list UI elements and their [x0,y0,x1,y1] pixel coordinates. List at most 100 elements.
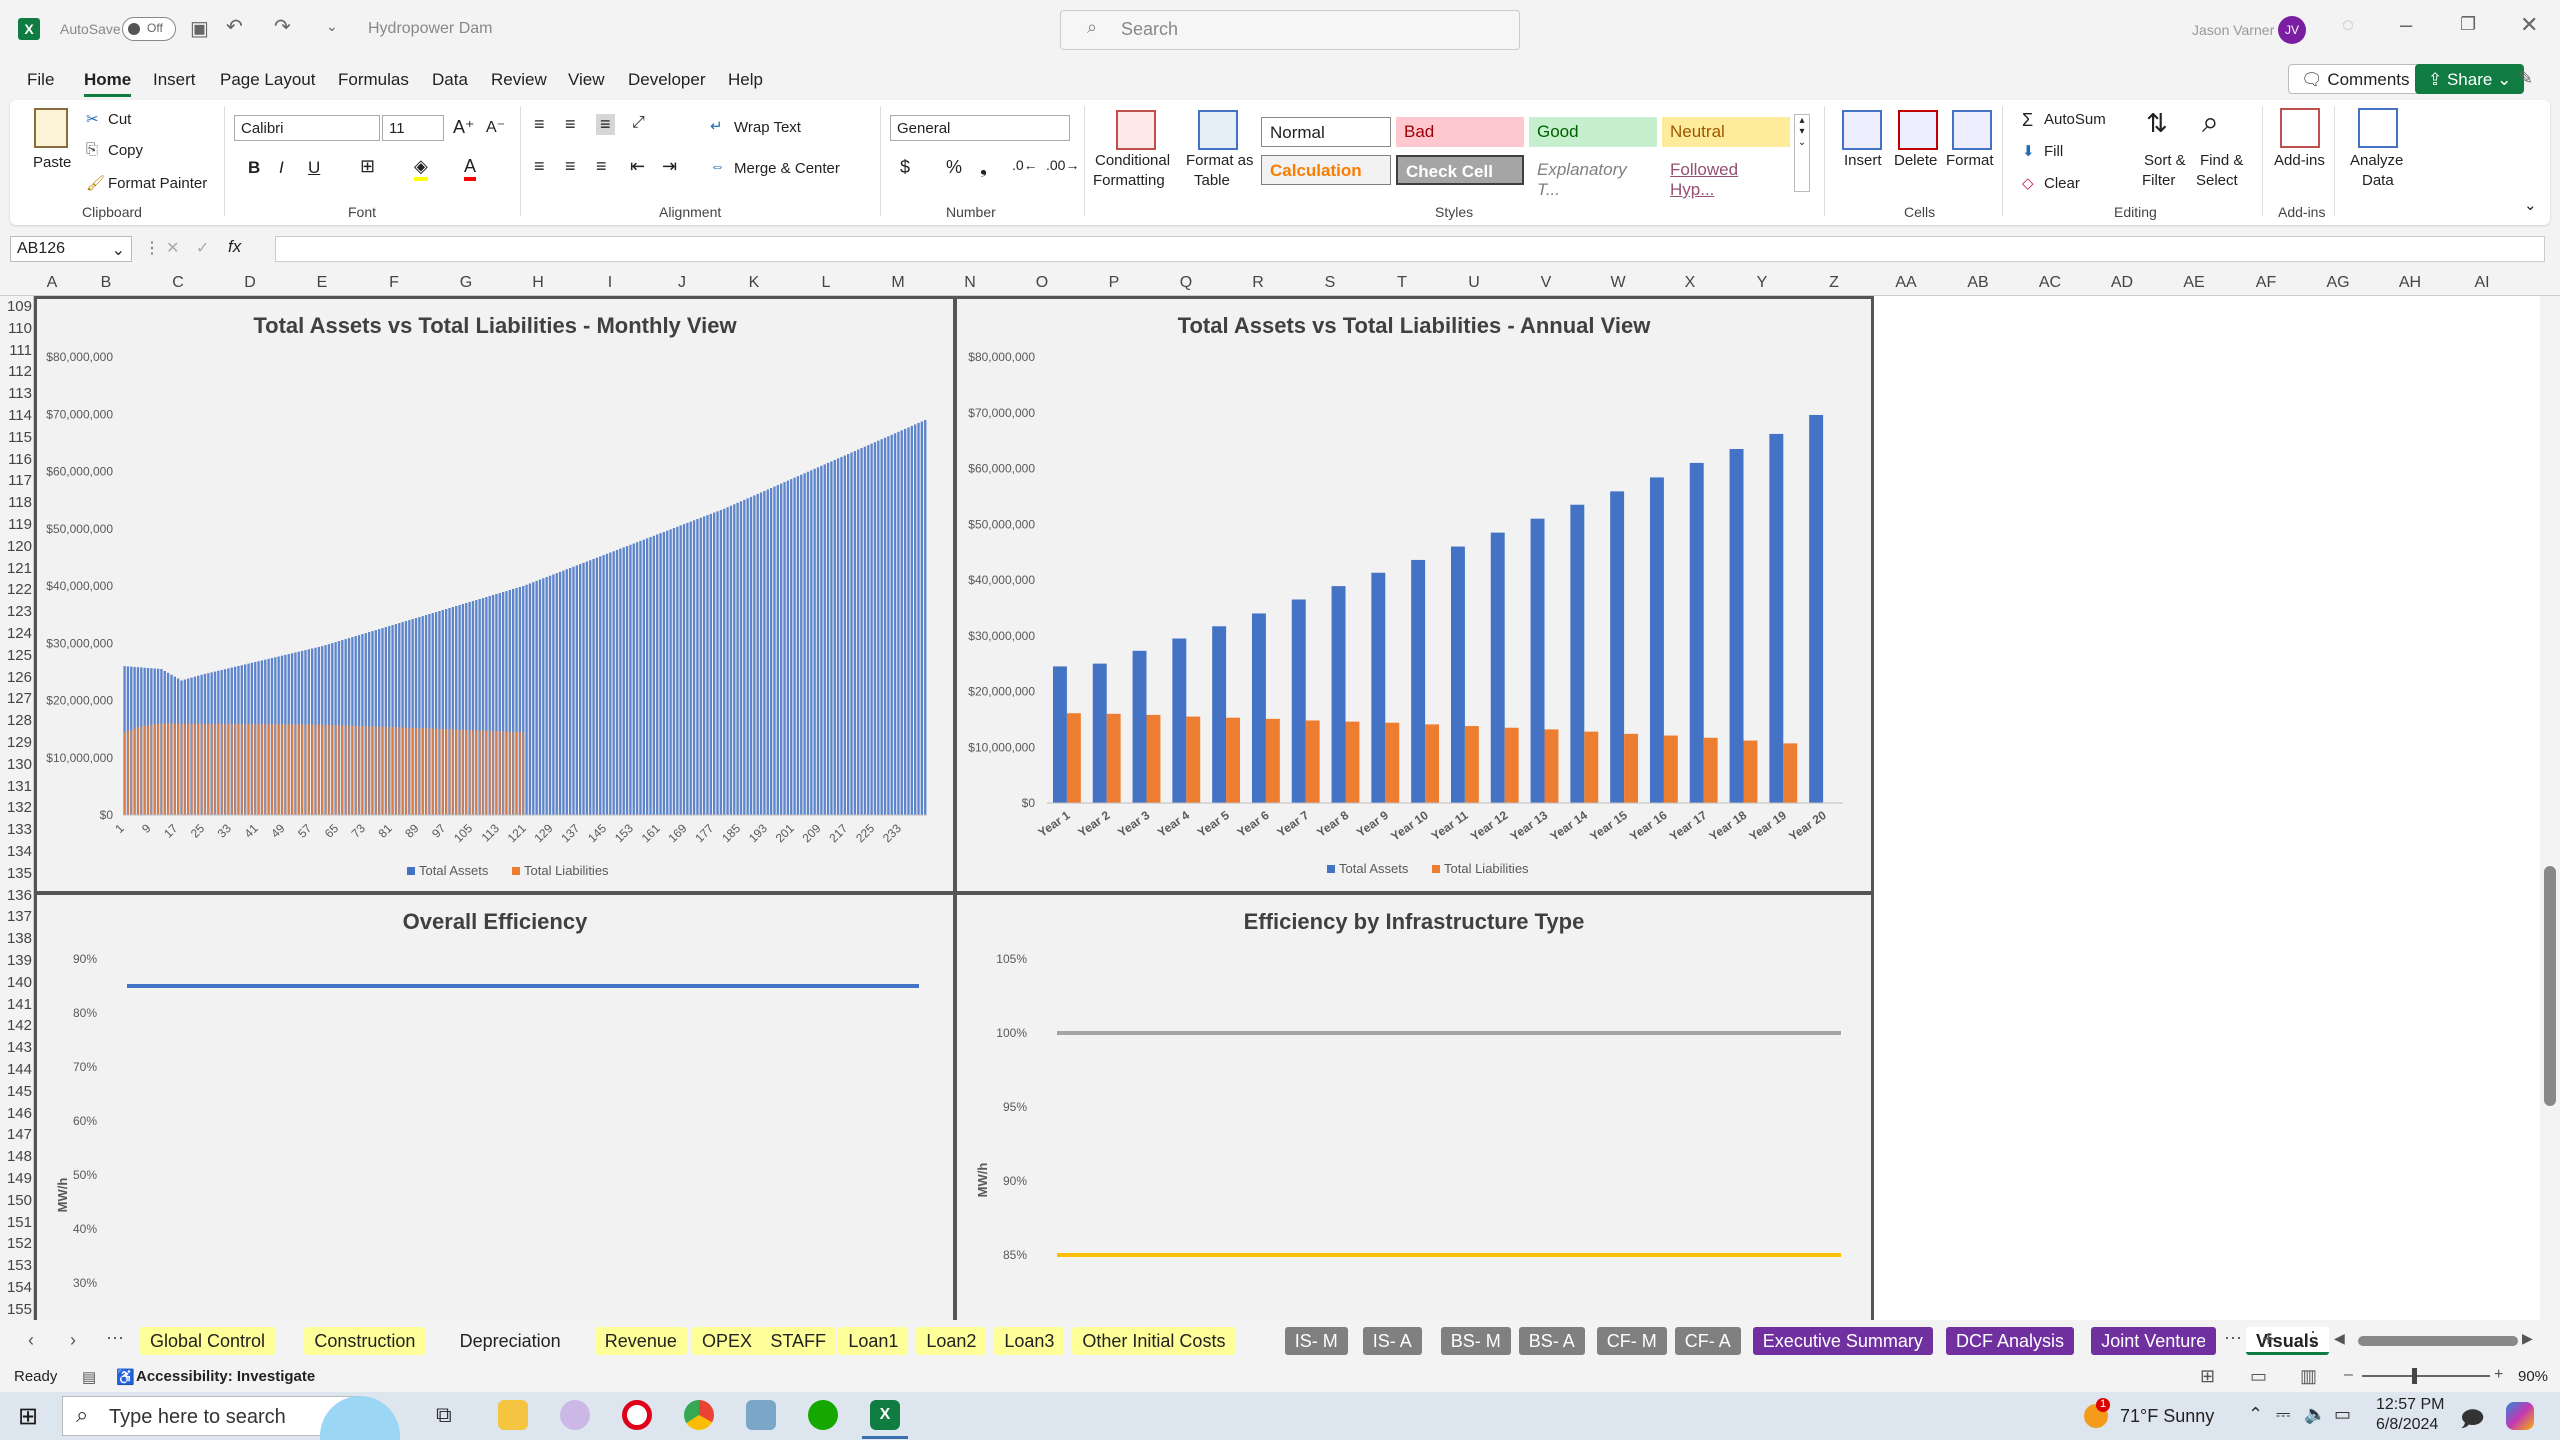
save-icon[interactable]: ▣ [190,16,209,41]
number-format-select[interactable]: General [890,115,1070,141]
qat-customize-icon[interactable]: ⌄ [326,18,338,35]
paste-icon[interactable] [34,108,68,148]
row-header[interactable]: 140 [0,974,32,991]
zoom-slider[interactable] [2362,1368,2490,1384]
row-header[interactable]: 148 [0,1148,32,1165]
column-header[interactable]: N [934,274,1006,292]
column-header[interactable]: L [790,274,862,292]
column-header[interactable]: E [286,274,358,292]
document-title[interactable]: Hydropower Dam [368,20,492,38]
excel-taskbar-icon[interactable]: X [870,1400,900,1430]
volume-icon[interactable]: 🔈 [2304,1404,2326,1425]
align-left-icon[interactable]: ≡ [534,156,545,177]
zoom-out-icon[interactable]: – [2344,1366,2353,1384]
style-bad[interactable]: Bad [1396,117,1524,147]
clock-time[interactable]: 12:57 PM [2376,1396,2444,1414]
row-header[interactable]: 132 [0,799,32,816]
sheet-tab[interactable]: Construction [304,1327,426,1355]
windows-start-icon[interactable]: ⊞ [18,1402,38,1431]
chart-efficiency-by-type[interactable]: Efficiency by Infrastructure Type 85% 90%… [954,892,1874,1322]
format-cells-button[interactable]: Format [1946,152,1994,169]
row-header[interactable]: 137 [0,908,32,925]
formula-bar-more-icon[interactable]: ⋮ [144,238,160,258]
vertical-scroll-thumb[interactable] [2544,866,2556,1106]
style-calculation[interactable]: Calculation [1261,155,1391,185]
conditional-formatting-button[interactable]: Conditional [1095,152,1170,169]
analyze-data-icon[interactable] [2358,108,2398,148]
column-header[interactable]: R [1222,274,1294,292]
wrap-text-icon[interactable]: ↵ [710,117,723,135]
wrap-text-button[interactable]: Wrap Text [734,119,801,136]
column-header[interactable]: X [1654,274,1726,292]
delete-cells-icon[interactable] [1898,110,1938,150]
column-header[interactable]: T [1366,274,1438,292]
conditional-formatting-icon[interactable] [1116,110,1156,150]
column-header[interactable]: M [862,274,934,292]
format-cells-icon[interactable] [1952,110,1992,150]
row-header[interactable]: 141 [0,996,32,1013]
italic-icon[interactable]: I [279,158,284,178]
fill-button[interactable]: Fill [2044,143,2063,160]
row-header[interactable]: 150 [0,1192,32,1209]
copy-button[interactable]: Copy [108,142,143,159]
sheet-tab[interactable]: Executive Summary [1752,1327,1933,1355]
paste-button[interactable]: Paste [33,154,71,171]
horizontal-scroll-thumb[interactable] [2358,1336,2518,1346]
column-header[interactable]: AD [2086,274,2158,292]
opera-icon[interactable] [622,1400,652,1430]
redo-icon[interactable]: ↷ [274,14,291,39]
style-good[interactable]: Good [1529,117,1657,147]
zoom-in-icon[interactable]: + [2494,1366,2503,1384]
row-header[interactable]: 119 [0,516,32,533]
menu-help[interactable]: Help [728,70,763,90]
sheet-tab[interactable]: OPEX [692,1327,763,1355]
sheet-options-icon[interactable]: ⋮ [2304,1328,2322,1349]
column-header[interactable]: U [1438,274,1510,292]
row-header[interactable]: 151 [0,1214,32,1231]
column-header[interactable]: Y [1726,274,1798,292]
find-select-icon[interactable]: ⌕ [2202,106,2219,140]
column-header[interactable]: AC [2014,274,2086,292]
row-header[interactable]: 147 [0,1126,32,1143]
macro-record-icon[interactable]: ▤ [82,1368,96,1386]
format-as-table-button[interactable]: Format as [1186,152,1254,169]
align-center-icon[interactable]: ≡ [565,156,576,177]
menu-insert[interactable]: Insert [153,70,196,90]
row-header[interactable]: 153 [0,1257,32,1274]
sheet-tab[interactable]: DCF Analysis [1946,1327,2075,1355]
column-header[interactable]: AE [2158,274,2230,292]
row-header[interactable]: 112 [0,363,32,380]
tab-partial[interactable] [2205,1327,2215,1355]
fill-color-icon[interactable]: ◈ [414,156,428,181]
merge-center-icon[interactable]: ⇔ [710,158,725,175]
sheet-tab[interactable]: CF- M [1596,1327,1667,1355]
column-header[interactable]: AB [1942,274,2014,292]
row-header[interactable]: 114 [0,407,32,424]
formula-input[interactable] [275,236,2545,262]
network-icon[interactable]: ⎓ [2276,1404,2290,1425]
decrease-decimal-icon[interactable]: .00→ [1046,157,1079,173]
row-header[interactable]: 155 [0,1301,32,1318]
menu-developer[interactable]: Developer [628,70,706,90]
row-header[interactable]: 113 [0,385,32,402]
comma-style-icon[interactable]: ❟ [980,157,987,178]
zoom-slider-thumb[interactable] [2412,1368,2417,1384]
row-header[interactable]: 143 [0,1039,32,1056]
column-header[interactable]: AA [1870,274,1942,292]
bold-icon[interactable]: B [248,158,260,178]
sheet-tab[interactable]: Loan1 [838,1327,909,1355]
sheet-tab[interactable]: Depreciation [450,1327,571,1355]
column-header[interactable]: V [1510,274,1582,292]
row-header[interactable]: 144 [0,1061,32,1078]
borders-icon[interactable]: ⊞ [360,156,375,177]
row-header[interactable]: 115 [0,429,32,446]
sort-filter-icon[interactable]: ⇅ [2146,108,2168,139]
copy-icon[interactable]: ⎘ [86,141,98,158]
column-header[interactable]: Q [1150,274,1222,292]
menu-view[interactable]: View [568,70,605,90]
column-header[interactable]: C [142,274,214,292]
row-header[interactable]: 111 [0,342,32,359]
decrease-font-icon[interactable]: A⁻ [486,117,505,137]
column-header[interactable]: F [358,274,430,292]
style-explanatory[interactable]: Explanatory T... [1529,155,1657,199]
